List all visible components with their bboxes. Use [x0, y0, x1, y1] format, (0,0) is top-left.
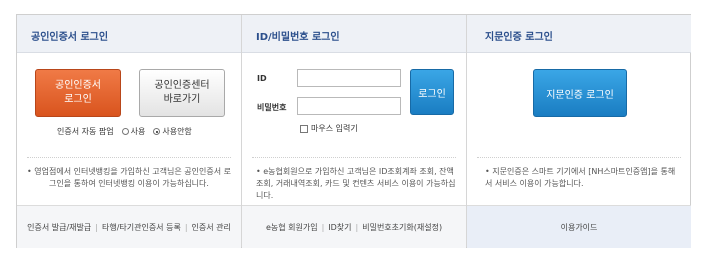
reset-password-link[interactable]: 비밀번호초기화(재설정): [362, 222, 442, 233]
finger-login-section: 지문인증 로그인 지문인증 로그인 • 지문인증은 스마트 기기에서 [NH스마…: [467, 15, 691, 248]
link-divider: |: [184, 222, 188, 232]
finger-login-title: 지문인증 로그인: [467, 15, 691, 53]
link-divider: |: [355, 222, 359, 232]
finger-links: 이용가이드: [467, 205, 691, 248]
cert-center-button-line1: 공인인증센터: [154, 80, 210, 91]
cert-login-title: 공인인증서 로그인: [17, 15, 241, 53]
cert-link-issue[interactable]: 인증서 발급/재발급: [27, 222, 91, 233]
radio-use[interactable]: [121, 128, 129, 135]
mouse-keyboard-row[interactable]: 마우스 입력기: [300, 123, 358, 134]
link-divider: |: [95, 222, 98, 232]
mouse-keyboard-checkbox[interactable]: [300, 124, 308, 133]
link-divider: |: [321, 222, 325, 232]
mouse-keyboard-label[interactable]: 마우스 입력기: [311, 123, 358, 134]
id-input[interactable]: [297, 69, 401, 87]
password-label: 비밀번호: [257, 103, 287, 112]
find-id-link[interactable]: ID찾기: [328, 222, 351, 233]
cert-center-button-line2: 바로가기: [163, 94, 201, 105]
auto-popup-row: 인증서 자동 팝업 사용 사용안함: [57, 126, 192, 137]
id-note: • e농협회원으로 가입하신 고객님은 ID조회계좌 조회, 잔액조회, 거래내…: [252, 157, 456, 202]
cert-links: 인증서 발급/재발급 | 타행/타기관인증서 등록 | 인증서 관리: [17, 205, 241, 248]
finger-login-button[interactable]: 지문인증 로그인: [533, 69, 627, 117]
cert-login-section: 공인인증서 로그인 공인인증서 로그인 공인인증센터 바로가기 인증서 자동 팝…: [17, 15, 242, 248]
cert-login-button-line1: 공인인증서: [55, 80, 101, 91]
radio-use-label[interactable]: 사용: [131, 126, 146, 137]
id-links: e농협 회원가입 | ID찾기 | 비밀번호초기화(재설정): [242, 205, 466, 248]
login-panel: 공인인증서 로그인 공인인증서 로그인 공인인증센터 바로가기 인증서 자동 팝…: [16, 14, 691, 248]
id-login-button[interactable]: 로그인: [410, 69, 454, 115]
auto-popup-label: 인증서 자동 팝업: [57, 127, 114, 136]
id-login-title: ID/비밀번호 로그인: [242, 15, 466, 53]
cert-note: • 영업점에서 인터넷뱅킹을 가입하신 고객님은 공인인증서 로그인을 통하여 …: [27, 157, 231, 190]
id-login-section: ID/비밀번호 로그인 ID 비밀번호 로그인 마우스 입력기 • e농협회원으…: [242, 15, 467, 248]
radio-nouse-label[interactable]: 사용안함: [162, 126, 191, 137]
cert-center-button[interactable]: 공인인증센터 바로가기: [139, 69, 225, 117]
guide-link[interactable]: 이용가이드: [561, 222, 598, 233]
radio-nouse[interactable]: [153, 128, 161, 135]
cert-login-button-line2: 로그인: [64, 94, 92, 105]
finger-note: • 지문인증은 스마트 기기에서 [NH스마트인증앱]을 통해서 서비스 이용이…: [477, 157, 681, 190]
password-input[interactable]: [297, 97, 401, 115]
cert-link-register[interactable]: 타행/타기관인증서 등록: [102, 222, 181, 233]
id-label: ID: [257, 74, 267, 83]
cert-login-button[interactable]: 공인인증서 로그인: [35, 69, 121, 117]
join-link[interactable]: e농협 회원가입: [266, 222, 318, 233]
cert-link-manage[interactable]: 인증서 관리: [192, 222, 231, 233]
